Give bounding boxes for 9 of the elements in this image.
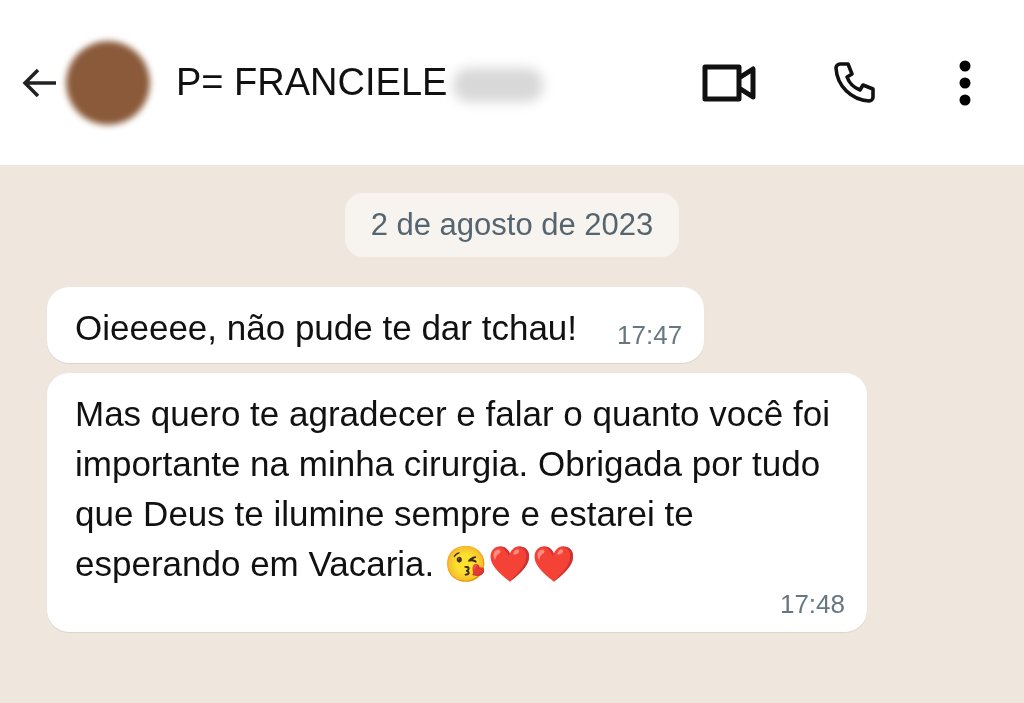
video-call-icon[interactable]: [702, 62, 758, 103]
more-options-icon[interactable]: [958, 59, 972, 106]
message-time: 17:47: [617, 320, 683, 351]
message-text: Oieeeee, não pude te dar tchau!: [75, 307, 578, 349]
message-time: 17:48: [779, 589, 845, 620]
avatar[interactable]: [66, 40, 150, 125]
message-text: Mas quero te agradecer e falar o quanto você foi importante na minha cirurgia. Obrigada por tudo que Deus te ilumine sempre e estarei te esperando em Vacaria. 😘❤❤: [75, 393, 831, 585]
contact-name[interactable]: P= FRANCIELE: [176, 61, 448, 103]
date-chip: 2 de agosto de 2023: [344, 193, 680, 257]
